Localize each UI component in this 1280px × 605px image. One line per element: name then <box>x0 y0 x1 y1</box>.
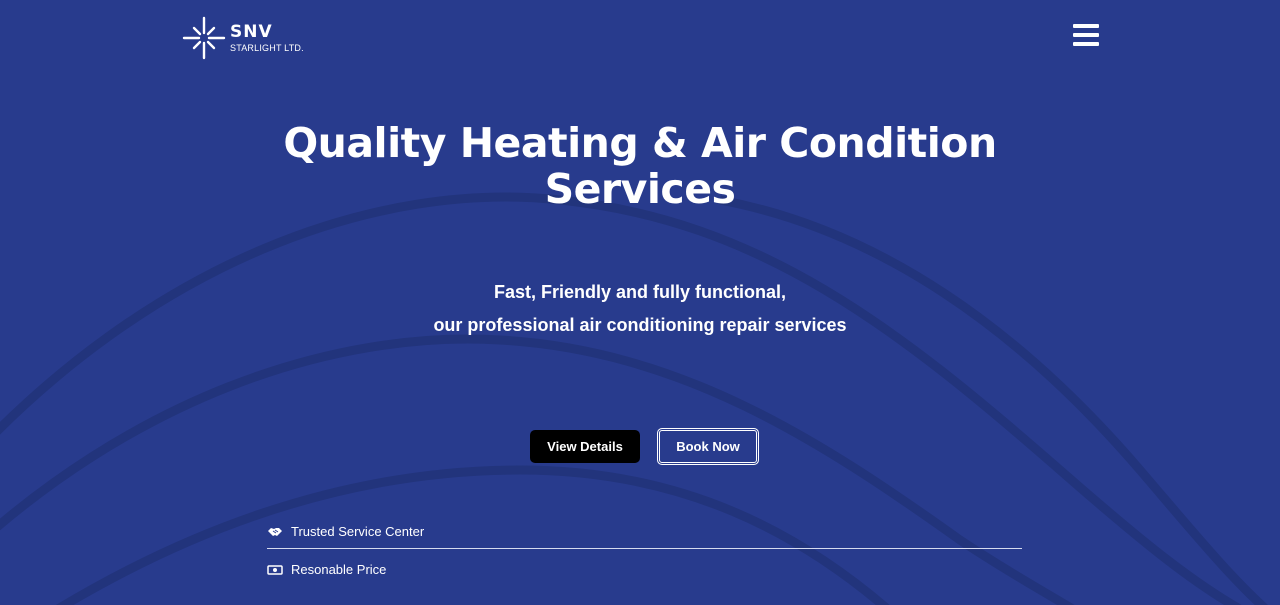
brand-subtitle: STARLIGHT LTD. <box>230 42 304 53</box>
features-list: Trusted Service Center Resonable Price <box>267 515 1022 586</box>
brand-logo[interactable]: SNV STARLIGHT LTD. <box>181 15 304 61</box>
feature-divider <box>267 548 1022 549</box>
hamburger-menu-button[interactable] <box>1070 24 1102 52</box>
brand-name: SNV <box>230 21 273 42</box>
feature-label: Resonable Price <box>291 562 387 577</box>
view-details-button[interactable]: View Details <box>530 430 640 463</box>
hero-subtitle-line-2: our professional air conditioning repair… <box>433 315 847 335</box>
hero-subtitle: Fast, Friendly and fully functional, our… <box>240 276 1040 342</box>
feature-reasonable-price: Resonable Price <box>267 553 1022 586</box>
hero-subtitle-line-1: Fast, Friendly and fully functional, <box>493 282 787 302</box>
hamburger-menu-icon <box>1073 24 1099 28</box>
starburst-logo-icon <box>182 16 226 60</box>
hero-title: Quality Heating & Air Condition Services <box>283 119 997 213</box>
book-now-button[interactable]: Book Now <box>657 428 759 465</box>
feature-trusted-service: Trusted Service Center <box>267 515 1022 548</box>
site-header: SNV STARLIGHT LTD. <box>0 0 1280 80</box>
handshake-icon <box>268 527 282 536</box>
money-bill-icon <box>267 564 283 575</box>
feature-label: Trusted Service Center <box>291 524 425 539</box>
